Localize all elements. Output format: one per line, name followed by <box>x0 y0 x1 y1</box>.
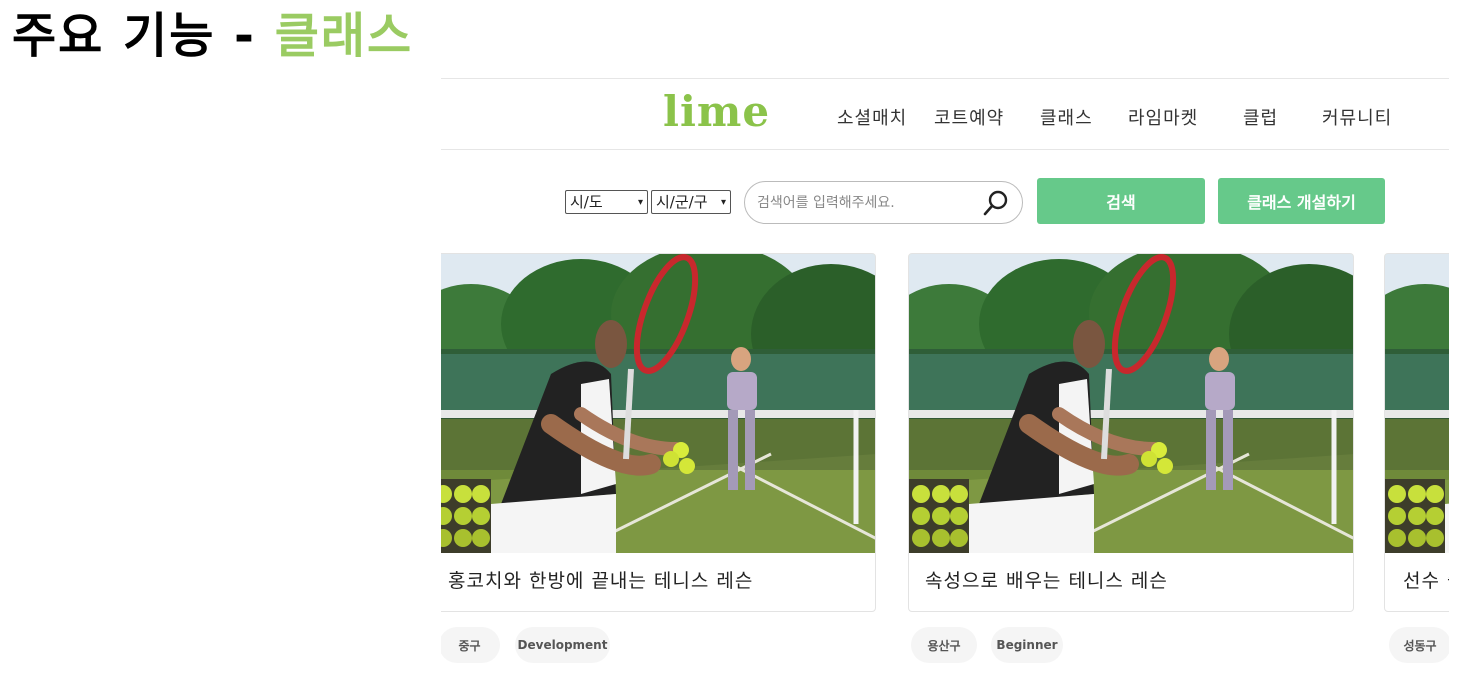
class-card-title: 속성으로 배우는 테니스 레슨 <box>925 570 1168 592</box>
nav-item-social-match[interactable]: 소셜매치 <box>837 104 907 130</box>
nav-item-club[interactable]: 클럽 <box>1243 104 1278 130</box>
class-card-title: 홍코치와 한방에 끝내는 테니스 레슨 <box>448 570 754 592</box>
class-card-image <box>441 254 876 553</box>
region-select-value: 시/도 <box>570 193 603 211</box>
class-card-image <box>909 254 1354 553</box>
search-box <box>744 181 1023 224</box>
class-card-title: 선수 출 <box>1403 570 1449 592</box>
nav-item-class[interactable]: 클래스 <box>1040 104 1093 130</box>
slide-title: 주요 기능 - 클래스 <box>12 6 413 66</box>
region-select[interactable]: 시/도 ▾ <box>565 190 648 214</box>
class-card-location-tag: 용산구 <box>911 627 977 663</box>
slide-title-prefix: 주요 기능 - <box>12 8 275 64</box>
search-button[interactable]: 검색 <box>1037 178 1205 224</box>
nav-item-lime-market[interactable]: 라임마켓 <box>1128 104 1198 130</box>
website-screenshot: lime 소셜매치 코트예약 클래스 라임마켓 클럽 커뮤니티 시/도 ▾ 시/… <box>441 78 1449 686</box>
slide-title-highlight: 클래스 <box>274 8 414 64</box>
nav-item-court-booking[interactable]: 코트예약 <box>934 104 1004 130</box>
class-card-level-tag: Beginner <box>991 627 1063 663</box>
class-card-level-tag: Development <box>515 627 610 663</box>
class-card-image <box>1385 254 1449 553</box>
class-card[interactable]: 홍코치와 한방에 끝내는 테니스 레슨 <box>441 253 876 612</box>
chevron-down-icon: ▾ <box>637 197 643 208</box>
class-card[interactable]: 선수 출 <box>1384 253 1449 612</box>
search-icon[interactable] <box>982 189 1010 217</box>
nav-item-community[interactable]: 커뮤니티 <box>1322 104 1392 130</box>
class-card-location-tag: 성동구 <box>1389 627 1449 663</box>
lime-logo[interactable]: lime <box>663 87 770 136</box>
class-card[interactable]: 속성으로 배우는 테니스 레슨 <box>908 253 1354 612</box>
chevron-down-icon: ▾ <box>720 197 726 208</box>
top-navbar: lime 소셜매치 코트예약 클래스 라임마켓 클럽 커뮤니티 <box>441 78 1449 150</box>
district-select-value: 시/군/구 <box>656 193 708 211</box>
search-input[interactable] <box>757 192 977 214</box>
create-class-button[interactable]: 클래스 개설하기 <box>1218 178 1385 224</box>
class-card-location-tag: 중구 <box>441 627 500 663</box>
district-select[interactable]: 시/군/구 ▾ <box>651 190 731 214</box>
